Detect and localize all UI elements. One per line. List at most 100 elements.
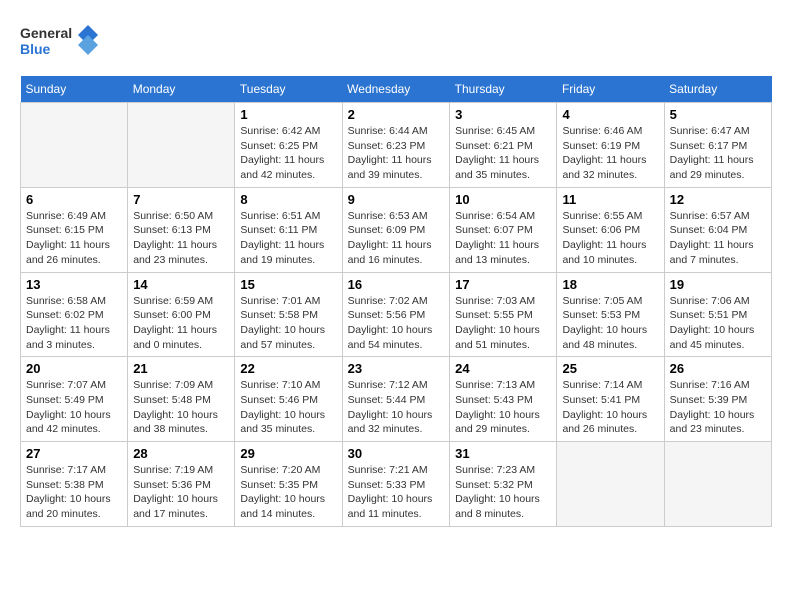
day-info: Sunrise: 7:23 AMSunset: 5:32 PMDaylight:… bbox=[455, 463, 551, 522]
day-info: Sunrise: 6:54 AMSunset: 6:07 PMDaylight:… bbox=[455, 209, 551, 268]
calendar-cell: 18 Sunrise: 7:05 AMSunset: 5:53 PMDayligh… bbox=[557, 272, 664, 357]
day-info: Sunrise: 7:12 AMSunset: 5:44 PMDaylight:… bbox=[348, 378, 445, 437]
weekday-header-thursday: Thursday bbox=[450, 76, 557, 103]
day-number: 14 bbox=[133, 277, 229, 292]
calendar-cell: 11 Sunrise: 6:55 AMSunset: 6:06 PMDayligh… bbox=[557, 187, 664, 272]
day-info: Sunrise: 7:02 AMSunset: 5:56 PMDaylight:… bbox=[348, 294, 445, 353]
day-number: 17 bbox=[455, 277, 551, 292]
day-info: Sunrise: 6:51 AMSunset: 6:11 PMDaylight:… bbox=[240, 209, 336, 268]
day-info: Sunrise: 7:13 AMSunset: 5:43 PMDaylight:… bbox=[455, 378, 551, 437]
day-number: 26 bbox=[670, 361, 766, 376]
weekday-header-monday: Monday bbox=[128, 76, 235, 103]
day-number: 6 bbox=[26, 192, 122, 207]
day-info: Sunrise: 7:10 AMSunset: 5:46 PMDaylight:… bbox=[240, 378, 336, 437]
weekday-header-friday: Friday bbox=[557, 76, 664, 103]
calendar-cell: 20 Sunrise: 7:07 AMSunset: 5:49 PMDayligh… bbox=[21, 357, 128, 442]
calendar-week-3: 13 Sunrise: 6:58 AMSunset: 6:02 PMDayligh… bbox=[21, 272, 772, 357]
calendar-cell: 10 Sunrise: 6:54 AMSunset: 6:07 PMDayligh… bbox=[450, 187, 557, 272]
day-number: 25 bbox=[562, 361, 658, 376]
calendar-cell: 13 Sunrise: 6:58 AMSunset: 6:02 PMDayligh… bbox=[21, 272, 128, 357]
calendar-cell: 8 Sunrise: 6:51 AMSunset: 6:11 PMDaylight… bbox=[235, 187, 342, 272]
calendar-cell: 28 Sunrise: 7:19 AMSunset: 5:36 PMDayligh… bbox=[128, 442, 235, 527]
day-info: Sunrise: 7:20 AMSunset: 5:35 PMDaylight:… bbox=[240, 463, 336, 522]
calendar-cell bbox=[128, 103, 235, 188]
day-info: Sunrise: 6:55 AMSunset: 6:06 PMDaylight:… bbox=[562, 209, 658, 268]
day-number: 12 bbox=[670, 192, 766, 207]
calendar-cell: 4Sunrise: 6:46 AMSunset: 6:19 PMDaylight… bbox=[557, 103, 664, 188]
calendar-cell: 23 Sunrise: 7:12 AMSunset: 5:44 PMDayligh… bbox=[342, 357, 450, 442]
day-info: Sunrise: 6:47 AMSunset: 6:17 PMDaylight:… bbox=[670, 124, 766, 183]
day-number: 24 bbox=[455, 361, 551, 376]
day-number: 20 bbox=[26, 361, 122, 376]
logo-svg: General Blue bbox=[20, 20, 100, 60]
calendar-cell bbox=[21, 103, 128, 188]
weekday-header-tuesday: Tuesday bbox=[235, 76, 342, 103]
day-info: Sunrise: 6:44 AMSunset: 6:23 PMDaylight:… bbox=[348, 124, 445, 183]
day-info: Sunrise: 7:03 AMSunset: 5:55 PMDaylight:… bbox=[455, 294, 551, 353]
day-info: Sunrise: 6:42 AMSunset: 6:25 PMDaylight:… bbox=[240, 124, 336, 183]
calendar-cell: 9 Sunrise: 6:53 AMSunset: 6:09 PMDaylight… bbox=[342, 187, 450, 272]
calendar-cell: 30Sunrise: 7:21 AMSunset: 5:33 PMDayligh… bbox=[342, 442, 450, 527]
day-number: 2 bbox=[348, 107, 445, 122]
day-info: Sunrise: 6:58 AMSunset: 6:02 PMDaylight:… bbox=[26, 294, 122, 353]
calendar-cell bbox=[664, 442, 771, 527]
day-number: 29 bbox=[240, 446, 336, 461]
svg-text:General: General bbox=[20, 25, 72, 41]
day-number: 16 bbox=[348, 277, 445, 292]
calendar-week-5: 27 Sunrise: 7:17 AMSunset: 5:38 PMDayligh… bbox=[21, 442, 772, 527]
calendar-cell bbox=[557, 442, 664, 527]
calendar-cell: 21Sunrise: 7:09 AMSunset: 5:48 PMDayligh… bbox=[128, 357, 235, 442]
day-number: 30 bbox=[348, 446, 445, 461]
day-number: 19 bbox=[670, 277, 766, 292]
day-info: Sunrise: 6:59 AMSunset: 6:00 PMDaylight:… bbox=[133, 294, 229, 353]
calendar-cell: 6Sunrise: 6:49 AMSunset: 6:15 PMDaylight… bbox=[21, 187, 128, 272]
day-number: 9 bbox=[348, 192, 445, 207]
day-number: 22 bbox=[240, 361, 336, 376]
day-info: Sunrise: 7:07 AMSunset: 5:49 PMDaylight:… bbox=[26, 378, 122, 437]
calendar-week-4: 20 Sunrise: 7:07 AMSunset: 5:49 PMDayligh… bbox=[21, 357, 772, 442]
day-number: 4 bbox=[562, 107, 658, 122]
day-info: Sunrise: 7:17 AMSunset: 5:38 PMDaylight:… bbox=[26, 463, 122, 522]
day-info: Sunrise: 6:53 AMSunset: 6:09 PMDaylight:… bbox=[348, 209, 445, 268]
day-number: 21 bbox=[133, 361, 229, 376]
weekday-header-saturday: Saturday bbox=[664, 76, 771, 103]
day-info: Sunrise: 6:57 AMSunset: 6:04 PMDaylight:… bbox=[670, 209, 766, 268]
day-info: Sunrise: 6:45 AMSunset: 6:21 PMDaylight:… bbox=[455, 124, 551, 183]
calendar-week-2: 6Sunrise: 6:49 AMSunset: 6:15 PMDaylight… bbox=[21, 187, 772, 272]
calendar-cell: 7 Sunrise: 6:50 AMSunset: 6:13 PMDaylight… bbox=[128, 187, 235, 272]
calendar-cell: 27 Sunrise: 7:17 AMSunset: 5:38 PMDayligh… bbox=[21, 442, 128, 527]
weekday-header-sunday: Sunday bbox=[21, 76, 128, 103]
calendar-cell: 3Sunrise: 6:45 AMSunset: 6:21 PMDaylight… bbox=[450, 103, 557, 188]
day-number: 27 bbox=[26, 446, 122, 461]
day-number: 28 bbox=[133, 446, 229, 461]
day-number: 23 bbox=[348, 361, 445, 376]
weekday-header-wednesday: Wednesday bbox=[342, 76, 450, 103]
day-info: Sunrise: 7:14 AMSunset: 5:41 PMDaylight:… bbox=[562, 378, 658, 437]
day-number: 15 bbox=[240, 277, 336, 292]
calendar-cell: 19Sunrise: 7:06 AMSunset: 5:51 PMDayligh… bbox=[664, 272, 771, 357]
calendar-cell: 31Sunrise: 7:23 AMSunset: 5:32 PMDayligh… bbox=[450, 442, 557, 527]
day-info: Sunrise: 7:01 AMSunset: 5:58 PMDaylight:… bbox=[240, 294, 336, 353]
day-info: Sunrise: 7:05 AMSunset: 5:53 PMDaylight:… bbox=[562, 294, 658, 353]
day-number: 7 bbox=[133, 192, 229, 207]
day-number: 18 bbox=[562, 277, 658, 292]
calendar-cell: 5Sunrise: 6:47 AMSunset: 6:17 PMDaylight… bbox=[664, 103, 771, 188]
day-number: 11 bbox=[562, 192, 658, 207]
calendar-cell: 2 Sunrise: 6:44 AMSunset: 6:23 PMDaylight… bbox=[342, 103, 450, 188]
day-info: Sunrise: 6:50 AMSunset: 6:13 PMDaylight:… bbox=[133, 209, 229, 268]
day-number: 8 bbox=[240, 192, 336, 207]
page-header: General Blue bbox=[20, 20, 772, 60]
day-number: 10 bbox=[455, 192, 551, 207]
calendar-cell: 17 Sunrise: 7:03 AMSunset: 5:55 PMDayligh… bbox=[450, 272, 557, 357]
day-number: 13 bbox=[26, 277, 122, 292]
calendar-cell: 12 Sunrise: 6:57 AMSunset: 6:04 PMDayligh… bbox=[664, 187, 771, 272]
calendar-table: SundayMondayTuesdayWednesdayThursdayFrid… bbox=[20, 76, 772, 527]
calendar-week-1: 1Sunrise: 6:42 AMSunset: 6:25 PMDaylight… bbox=[21, 103, 772, 188]
calendar-cell: 25 Sunrise: 7:14 AMSunset: 5:41 PMDayligh… bbox=[557, 357, 664, 442]
calendar-cell: 15 Sunrise: 7:01 AMSunset: 5:58 PMDayligh… bbox=[235, 272, 342, 357]
svg-text:Blue: Blue bbox=[20, 41, 51, 57]
day-info: Sunrise: 7:19 AMSunset: 5:36 PMDaylight:… bbox=[133, 463, 229, 522]
logo: General Blue bbox=[20, 20, 100, 60]
calendar-cell: 14 Sunrise: 6:59 AMSunset: 6:00 PMDayligh… bbox=[128, 272, 235, 357]
calendar-cell: 26Sunrise: 7:16 AMSunset: 5:39 PMDayligh… bbox=[664, 357, 771, 442]
